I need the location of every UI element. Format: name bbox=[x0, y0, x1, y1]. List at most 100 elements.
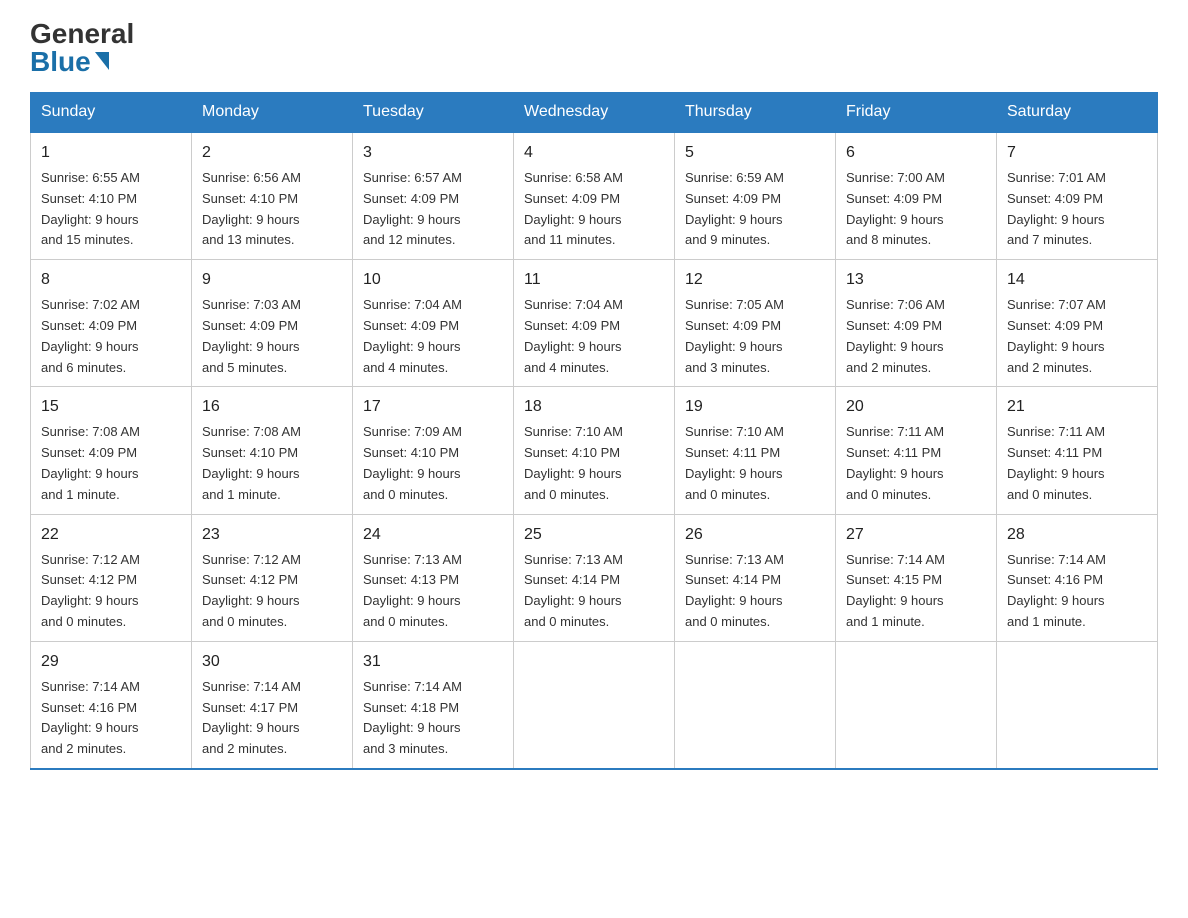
day-info: Sunrise: 7:13 AMSunset: 4:14 PMDaylight:… bbox=[685, 550, 825, 633]
calendar-cell: 30 Sunrise: 7:14 AMSunset: 4:17 PMDayligh… bbox=[192, 641, 353, 769]
calendar-cell: 27 Sunrise: 7:14 AMSunset: 4:15 PMDayligh… bbox=[836, 514, 997, 641]
day-number: 8 bbox=[41, 268, 181, 292]
logo-general-text: General bbox=[30, 20, 134, 48]
day-info: Sunrise: 7:13 AMSunset: 4:14 PMDaylight:… bbox=[524, 550, 664, 633]
calendar-table: SundayMondayTuesdayWednesdayThursdayFrid… bbox=[30, 92, 1158, 770]
day-info: Sunrise: 7:10 AMSunset: 4:11 PMDaylight:… bbox=[685, 422, 825, 505]
day-info: Sunrise: 7:12 AMSunset: 4:12 PMDaylight:… bbox=[41, 550, 181, 633]
calendar-cell: 31 Sunrise: 7:14 AMSunset: 4:18 PMDayligh… bbox=[353, 641, 514, 769]
calendar-cell: 29 Sunrise: 7:14 AMSunset: 4:16 PMDayligh… bbox=[31, 641, 192, 769]
day-number: 7 bbox=[1007, 141, 1147, 165]
day-info: Sunrise: 7:14 AMSunset: 4:17 PMDaylight:… bbox=[202, 677, 342, 760]
day-number: 10 bbox=[363, 268, 503, 292]
calendar-cell bbox=[997, 641, 1158, 769]
day-info: Sunrise: 7:13 AMSunset: 4:13 PMDaylight:… bbox=[363, 550, 503, 633]
day-info: Sunrise: 6:55 AMSunset: 4:10 PMDaylight:… bbox=[41, 168, 181, 251]
calendar-cell: 17Sunrise: 7:09 AMSunset: 4:10 PMDayligh… bbox=[353, 387, 514, 514]
day-number: 21 bbox=[1007, 395, 1147, 419]
day-info: Sunrise: 7:14 AMSunset: 4:16 PMDaylight:… bbox=[1007, 550, 1147, 633]
calendar-cell: 7 Sunrise: 7:01 AMSunset: 4:09 PMDaylight… bbox=[997, 132, 1158, 260]
day-number: 29 bbox=[41, 650, 181, 674]
column-header-sunday: Sunday bbox=[31, 93, 192, 133]
day-number: 12 bbox=[685, 268, 825, 292]
calendar-cell: 14Sunrise: 7:07 AMSunset: 4:09 PMDayligh… bbox=[997, 260, 1158, 387]
calendar-cell: 21 Sunrise: 7:11 AMSunset: 4:11 PMDayligh… bbox=[997, 387, 1158, 514]
calendar-cell: 13 Sunrise: 7:06 AMSunset: 4:09 PMDayligh… bbox=[836, 260, 997, 387]
calendar-cell: 12 Sunrise: 7:05 AMSunset: 4:09 PMDayligh… bbox=[675, 260, 836, 387]
day-number: 6 bbox=[846, 141, 986, 165]
week-row-4: 22 Sunrise: 7:12 AMSunset: 4:12 PMDayligh… bbox=[31, 514, 1158, 641]
calendar-cell bbox=[836, 641, 997, 769]
day-info: Sunrise: 6:59 AMSunset: 4:09 PMDaylight:… bbox=[685, 168, 825, 251]
day-info: Sunrise: 7:10 AMSunset: 4:10 PMDaylight:… bbox=[524, 422, 664, 505]
calendar-cell: 5 Sunrise: 6:59 AMSunset: 4:09 PMDaylight… bbox=[675, 132, 836, 260]
day-number: 5 bbox=[685, 141, 825, 165]
calendar-cell: 24 Sunrise: 7:13 AMSunset: 4:13 PMDayligh… bbox=[353, 514, 514, 641]
day-number: 13 bbox=[846, 268, 986, 292]
calendar-cell: 10 Sunrise: 7:04 AMSunset: 4:09 PMDayligh… bbox=[353, 260, 514, 387]
week-row-5: 29 Sunrise: 7:14 AMSunset: 4:16 PMDayligh… bbox=[31, 641, 1158, 769]
day-number: 22 bbox=[41, 523, 181, 547]
column-header-friday: Friday bbox=[836, 93, 997, 133]
day-number: 14 bbox=[1007, 268, 1147, 292]
day-info: Sunrise: 6:56 AMSunset: 4:10 PMDaylight:… bbox=[202, 168, 342, 251]
day-info: Sunrise: 7:05 AMSunset: 4:09 PMDaylight:… bbox=[685, 295, 825, 378]
logo: General Blue bbox=[30, 20, 134, 76]
day-info: Sunrise: 7:08 AMSunset: 4:09 PMDaylight:… bbox=[41, 422, 181, 505]
calendar-cell: 28 Sunrise: 7:14 AMSunset: 4:16 PMDayligh… bbox=[997, 514, 1158, 641]
day-info: Sunrise: 7:06 AMSunset: 4:09 PMDaylight:… bbox=[846, 295, 986, 378]
day-info: Sunrise: 7:04 AMSunset: 4:09 PMDaylight:… bbox=[524, 295, 664, 378]
calendar-cell: 8 Sunrise: 7:02 AMSunset: 4:09 PMDaylight… bbox=[31, 260, 192, 387]
day-number: 31 bbox=[363, 650, 503, 674]
column-header-saturday: Saturday bbox=[997, 93, 1158, 133]
day-number: 27 bbox=[846, 523, 986, 547]
column-header-monday: Monday bbox=[192, 93, 353, 133]
day-info: Sunrise: 7:14 AMSunset: 4:16 PMDaylight:… bbox=[41, 677, 181, 760]
day-number: 30 bbox=[202, 650, 342, 674]
day-number: 3 bbox=[363, 141, 503, 165]
calendar-cell: 20Sunrise: 7:11 AMSunset: 4:11 PMDayligh… bbox=[836, 387, 997, 514]
day-number: 25 bbox=[524, 523, 664, 547]
calendar-cell: 23Sunrise: 7:12 AMSunset: 4:12 PMDayligh… bbox=[192, 514, 353, 641]
day-info: Sunrise: 7:14 AMSunset: 4:18 PMDaylight:… bbox=[363, 677, 503, 760]
day-number: 28 bbox=[1007, 523, 1147, 547]
day-info: Sunrise: 7:08 AMSunset: 4:10 PMDaylight:… bbox=[202, 422, 342, 505]
calendar-cell: 22 Sunrise: 7:12 AMSunset: 4:12 PMDayligh… bbox=[31, 514, 192, 641]
calendar-cell bbox=[514, 641, 675, 769]
day-number: 2 bbox=[202, 141, 342, 165]
calendar-cell: 9 Sunrise: 7:03 AMSunset: 4:09 PMDaylight… bbox=[192, 260, 353, 387]
week-row-2: 8 Sunrise: 7:02 AMSunset: 4:09 PMDaylight… bbox=[31, 260, 1158, 387]
calendar-cell: 6 Sunrise: 7:00 AMSunset: 4:09 PMDaylight… bbox=[836, 132, 997, 260]
day-number: 1 bbox=[41, 141, 181, 165]
calendar-cell: 26 Sunrise: 7:13 AMSunset: 4:14 PMDayligh… bbox=[675, 514, 836, 641]
day-info: Sunrise: 7:02 AMSunset: 4:09 PMDaylight:… bbox=[41, 295, 181, 378]
week-row-3: 15Sunrise: 7:08 AMSunset: 4:09 PMDayligh… bbox=[31, 387, 1158, 514]
day-number: 9 bbox=[202, 268, 342, 292]
calendar-cell: 4Sunrise: 6:58 AMSunset: 4:09 PMDaylight… bbox=[514, 132, 675, 260]
calendar-cell bbox=[675, 641, 836, 769]
day-number: 24 bbox=[363, 523, 503, 547]
calendar-cell: 1 Sunrise: 6:55 AMSunset: 4:10 PMDaylight… bbox=[31, 132, 192, 260]
day-info: Sunrise: 6:58 AMSunset: 4:09 PMDaylight:… bbox=[524, 168, 664, 251]
day-info: Sunrise: 7:09 AMSunset: 4:10 PMDaylight:… bbox=[363, 422, 503, 505]
day-info: Sunrise: 7:04 AMSunset: 4:09 PMDaylight:… bbox=[363, 295, 503, 378]
logo-blue-text: Blue bbox=[30, 48, 109, 76]
day-number: 26 bbox=[685, 523, 825, 547]
page-header: General Blue bbox=[30, 20, 1158, 76]
day-info: Sunrise: 7:01 AMSunset: 4:09 PMDaylight:… bbox=[1007, 168, 1147, 251]
calendar-cell: 19 Sunrise: 7:10 AMSunset: 4:11 PMDayligh… bbox=[675, 387, 836, 514]
day-info: Sunrise: 7:11 AMSunset: 4:11 PMDaylight:… bbox=[1007, 422, 1147, 505]
day-number: 16 bbox=[202, 395, 342, 419]
calendar-cell: 16 Sunrise: 7:08 AMSunset: 4:10 PMDayligh… bbox=[192, 387, 353, 514]
day-info: Sunrise: 7:14 AMSunset: 4:15 PMDaylight:… bbox=[846, 550, 986, 633]
day-number: 20 bbox=[846, 395, 986, 419]
week-row-1: 1 Sunrise: 6:55 AMSunset: 4:10 PMDaylight… bbox=[31, 132, 1158, 260]
day-info: Sunrise: 7:03 AMSunset: 4:09 PMDaylight:… bbox=[202, 295, 342, 378]
calendar-cell: 11Sunrise: 7:04 AMSunset: 4:09 PMDayligh… bbox=[514, 260, 675, 387]
day-info: Sunrise: 7:00 AMSunset: 4:09 PMDaylight:… bbox=[846, 168, 986, 251]
header-row: SundayMondayTuesdayWednesdayThursdayFrid… bbox=[31, 93, 1158, 133]
day-number: 19 bbox=[685, 395, 825, 419]
day-info: Sunrise: 7:12 AMSunset: 4:12 PMDaylight:… bbox=[202, 550, 342, 633]
calendar-cell: 3Sunrise: 6:57 AMSunset: 4:09 PMDaylight… bbox=[353, 132, 514, 260]
column-header-wednesday: Wednesday bbox=[514, 93, 675, 133]
